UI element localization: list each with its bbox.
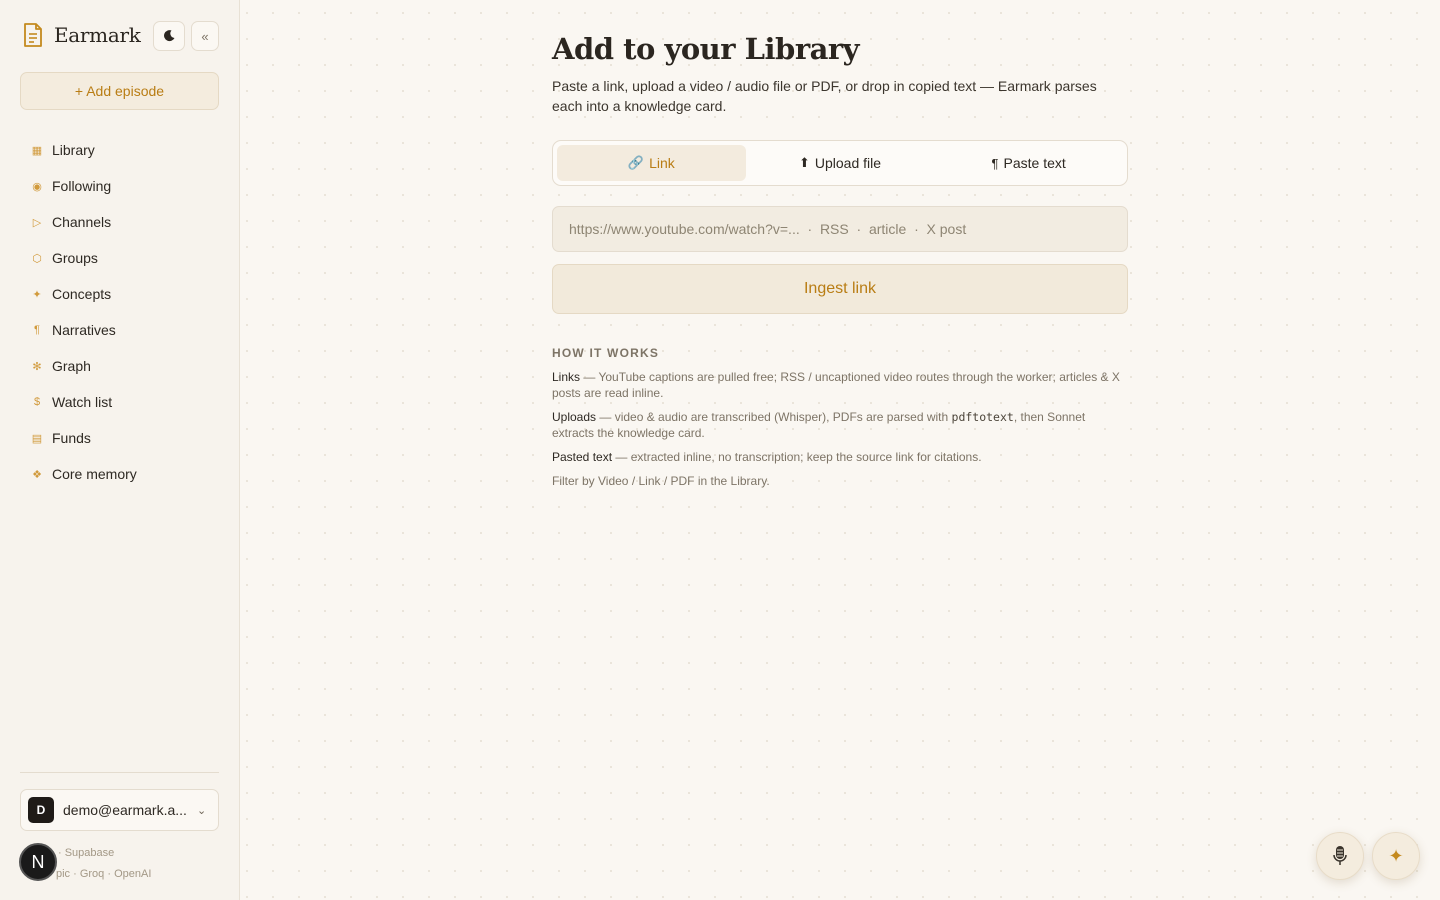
code-snippet: pdftotext xyxy=(951,410,1014,424)
pilcrow-icon: ¶ xyxy=(991,155,999,171)
page-title: Add to your Library xyxy=(552,32,860,66)
diamond-cluster-icon: ❖ xyxy=(32,468,42,481)
sparkle-icon: ✦ xyxy=(32,288,42,301)
how-it-works: Links — YouTube captions are pulled free… xyxy=(552,369,1128,497)
grid-icon: ▦ xyxy=(31,144,43,157)
sidebar-item-label: Concepts xyxy=(52,286,112,302)
how-text: — video & audio are transcribed (Whisper… xyxy=(596,410,952,424)
how-term: Pasted text xyxy=(552,450,613,464)
floating-avatar[interactable]: N xyxy=(19,843,57,881)
link-icon: 🔗 xyxy=(627,155,645,170)
double-chevron-left-icon: « xyxy=(201,28,209,44)
avatar: D xyxy=(28,797,54,823)
sidebar-item-narratives[interactable]: ¶ Narratives xyxy=(20,312,219,348)
how-text: — YouTube captions are pulled free; RSS … xyxy=(552,370,1120,400)
sidebar-divider xyxy=(20,772,219,773)
sidebar-item-library[interactable]: ▦ Library xyxy=(20,132,219,168)
source-tabs: 🔗 Link ⬆ Upload file ¶ Paste text xyxy=(552,140,1128,186)
sidebar-item-funds[interactable]: ▤ Funds xyxy=(20,420,219,456)
chevron-down-icon: ⌄ xyxy=(197,804,207,817)
asterisk-icon: ✻ xyxy=(32,360,42,373)
how-it-works-heading: HOW IT WORKS xyxy=(552,346,660,360)
sidebar-item-label: Groups xyxy=(52,250,98,266)
sidebar-nav: ▦ Library ◉ Following ▷ Channels ⬡ Group… xyxy=(20,132,219,492)
sidebar-item-watch-list[interactable]: $ Watch list xyxy=(20,384,219,420)
how-text: — extracted inline, no transcription; ke… xyxy=(612,450,982,464)
how-term: Links xyxy=(552,370,581,384)
tab-upload-file[interactable]: ⬆ Upload file xyxy=(746,145,935,181)
theme-toggle-button[interactable] xyxy=(153,21,185,51)
tab-label: Paste text xyxy=(1003,155,1066,171)
url-input[interactable] xyxy=(552,206,1128,252)
sidebar-item-label: Narratives xyxy=(52,322,116,338)
play-icon: ▷ xyxy=(32,216,42,229)
sidebar-item-channels[interactable]: ▷ Channels xyxy=(20,204,219,240)
how-term: Uploads xyxy=(552,410,597,424)
microphone-button[interactable] xyxy=(1316,832,1364,880)
tab-label: Link xyxy=(649,155,675,171)
sidebar-item-label: Library xyxy=(52,142,95,158)
ingest-link-button[interactable]: Ingest link xyxy=(552,264,1128,314)
sidebar-item-concepts[interactable]: ✦ Concepts xyxy=(20,276,219,312)
document-logo-icon xyxy=(24,23,42,47)
sidebar-item-label: Following xyxy=(52,178,112,194)
sidebar-item-label: Watch list xyxy=(52,394,113,410)
moon-icon xyxy=(164,30,175,42)
tab-label: Upload file xyxy=(814,155,882,171)
upload-icon: ⬆ xyxy=(798,155,810,170)
microphone-icon xyxy=(1333,846,1347,865)
sidebar-item-label: Funds xyxy=(52,430,91,446)
page-subtitle: Paste a link, upload a video / audio fil… xyxy=(552,78,1097,114)
sidebar: Earmark « + Add episode ▦ Library ◉ Foll… xyxy=(0,0,240,900)
sidebar-item-core-memory[interactable]: ❖ Core memory xyxy=(20,456,219,492)
brand[interactable]: Earmark xyxy=(22,22,141,48)
radio-icon: ◉ xyxy=(32,180,42,193)
account-email: demo@earmark.a... xyxy=(63,802,187,818)
sidebar-item-label: Graph xyxy=(52,358,91,374)
sidebar-item-following[interactable]: ◉ Following xyxy=(20,168,219,204)
sidebar-item-graph[interactable]: ✻ Graph xyxy=(20,348,219,384)
how-links: Links — YouTube captions are pulled free… xyxy=(552,369,1128,401)
app-name: Earmark xyxy=(54,23,141,47)
pilcrow-icon: ¶ xyxy=(34,324,40,336)
account-switcher[interactable]: D demo@earmark.a... ⌄ xyxy=(20,789,219,831)
tab-link[interactable]: 🔗 Link xyxy=(557,145,746,181)
add-episode-button[interactable]: + Add episode xyxy=(20,72,219,110)
assistant-button[interactable]: ✦ xyxy=(1372,832,1420,880)
hexagon-icon: ⬡ xyxy=(32,252,42,265)
how-pasted: Pasted text — extracted inline, no trans… xyxy=(552,449,1128,465)
sparkle-icon: ✦ xyxy=(1388,845,1404,866)
dollar-icon: $ xyxy=(33,396,41,408)
list-icon: ▤ xyxy=(31,432,43,445)
sidebar-item-label: Channels xyxy=(52,214,112,230)
tab-paste-text[interactable]: ¶ Paste text xyxy=(934,145,1123,181)
sidebar-item-label: Core memory xyxy=(52,466,137,482)
filter-note: Filter by Video / Link / PDF in the Libr… xyxy=(552,474,770,488)
collapse-sidebar-button[interactable]: « xyxy=(191,21,219,51)
how-uploads: Uploads — video & audio are transcribed … xyxy=(552,409,1128,441)
sidebar-item-groups[interactable]: ⬡ Groups xyxy=(20,240,219,276)
